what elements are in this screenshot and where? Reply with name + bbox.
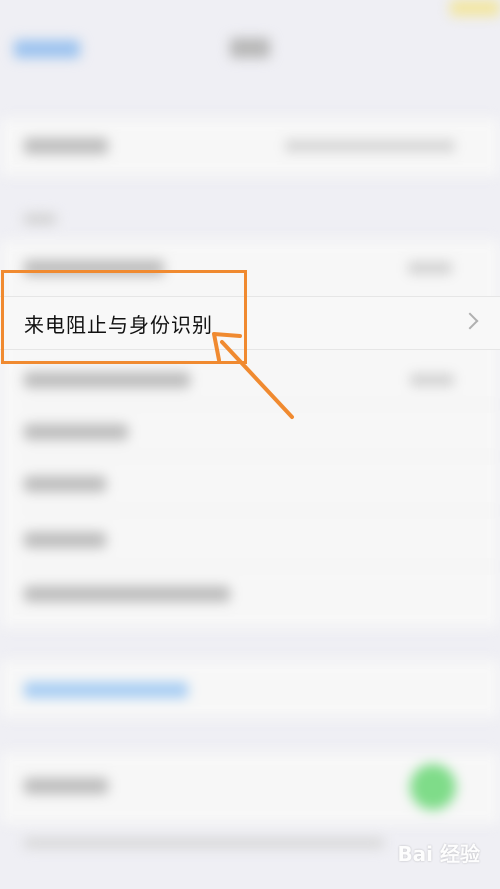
pointer-arrow-icon bbox=[212, 332, 294, 419]
baidu-watermark: Bai 经验 bbox=[397, 842, 480, 866]
